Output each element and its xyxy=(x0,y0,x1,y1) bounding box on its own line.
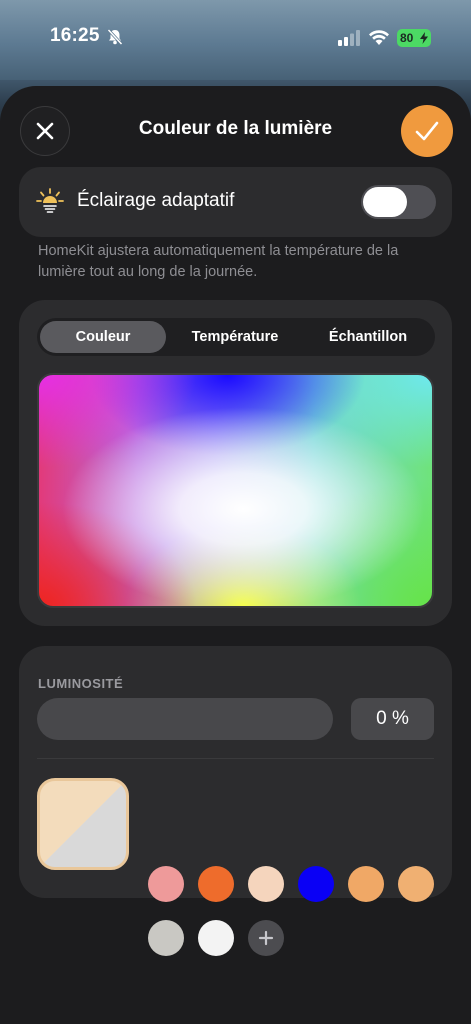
preset-color-swatch[interactable] xyxy=(198,866,234,902)
tab-temperature[interactable]: Température xyxy=(169,321,301,353)
preset-color-swatch[interactable] xyxy=(148,920,184,956)
preset-color-swatch[interactable] xyxy=(398,866,434,902)
adaptive-lighting-toggle[interactable] xyxy=(361,185,436,219)
bell-slash-icon xyxy=(107,28,123,46)
preset-color-swatch[interactable] xyxy=(148,866,184,902)
status-bar: 16:25 80 xyxy=(0,0,471,80)
preset-color-swatch[interactable] xyxy=(348,866,384,902)
color-picker-card: Couleur Température Échantillon xyxy=(19,300,452,626)
charging-bolt-icon xyxy=(420,32,428,44)
adaptive-lighting-icon xyxy=(36,188,64,213)
preset-color-swatch[interactable] xyxy=(198,920,234,956)
brightness-card: LUMINOSITÉ 0 % xyxy=(19,646,452,956)
battery-level: 80 xyxy=(400,31,414,45)
preset-color-swatch[interactable] xyxy=(298,866,334,902)
color-mode-segmented-control: Couleur Température Échantillon xyxy=(37,318,435,356)
adaptive-lighting-description: HomeKit ajustera automatiquement la temp… xyxy=(38,243,399,280)
toggle-knob xyxy=(363,187,407,217)
plus-icon xyxy=(258,930,274,946)
checkmark-icon xyxy=(415,121,439,141)
cellular-signal-icon xyxy=(338,30,360,46)
brightness-label: LUMINOSITÉ xyxy=(38,676,124,691)
battery-indicator: 80 xyxy=(397,29,431,47)
adaptive-lighting-label: Éclairage adaptatif xyxy=(77,190,235,211)
brightness-slider[interactable] xyxy=(37,698,333,740)
adaptive-lighting-row: Éclairage adaptatif xyxy=(19,167,452,237)
current-color-swatch[interactable] xyxy=(37,778,129,870)
preset-color-swatch[interactable] xyxy=(248,866,284,902)
light-color-sheet: Couleur de la lumière Éclairage adaptati… xyxy=(0,86,471,1024)
color-spectrum-picker[interactable] xyxy=(37,373,434,608)
status-time: 16:25 xyxy=(50,25,100,46)
tab-couleur[interactable]: Couleur xyxy=(40,321,166,353)
brightness-value[interactable]: 0 % xyxy=(351,698,434,740)
confirm-button[interactable] xyxy=(401,105,453,157)
wifi-icon xyxy=(369,30,389,45)
tab-echantillon[interactable]: Échantillon xyxy=(304,321,432,353)
add-preset-button[interactable] xyxy=(248,920,284,956)
divider xyxy=(37,758,434,759)
